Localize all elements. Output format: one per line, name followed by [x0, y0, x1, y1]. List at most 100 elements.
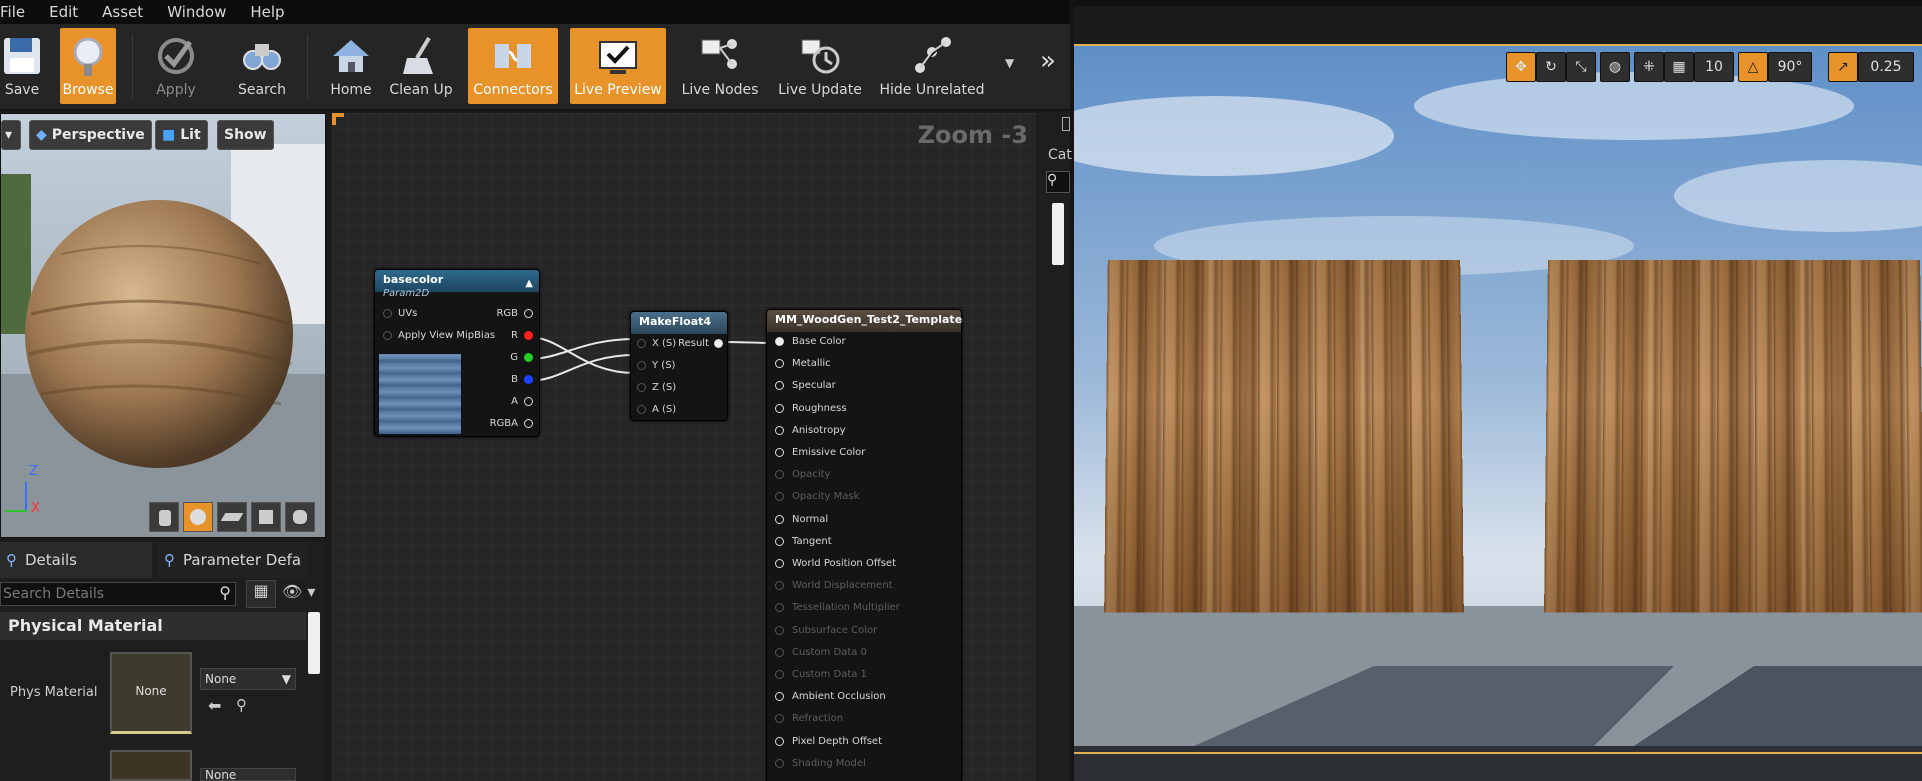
material-pin-roughness[interactable]: Roughness	[775, 403, 847, 414]
pin-x[interactable]: X (S)	[637, 338, 676, 349]
material-pin-world-position-offset[interactable]: World Position Offset	[775, 558, 896, 569]
physical-material-section-header[interactable]: Physical Material	[0, 612, 306, 640]
phys-material-thumbnail[interactable]: None	[110, 652, 192, 734]
material-pin-normal[interactable]: Normal	[775, 514, 828, 525]
cube-preview-button[interactable]	[251, 502, 281, 532]
menu-asset[interactable]: Asset	[102, 3, 143, 21]
perspective-button[interactable]: ◆ Perspective	[29, 120, 152, 150]
lit-button[interactable]: ■ Lit	[155, 120, 208, 150]
second-material-thumbnail[interactable]	[110, 750, 192, 781]
scale-snap-toggle[interactable]: ↗	[1828, 52, 1858, 82]
browse-asset-search-icon[interactable]: ⚲	[236, 696, 247, 714]
pin-b[interactable]: B	[511, 374, 533, 385]
pin-circle	[775, 647, 784, 657]
wood-panel-right[interactable]	[1544, 259, 1922, 613]
material-pin-shading-model[interactable]: Shading Model	[775, 758, 866, 769]
menu-edit[interactable]: Edit	[49, 3, 78, 21]
translate-tool-button[interactable]: ✥	[1506, 52, 1536, 82]
live-nodes-button[interactable]: Live Nodes	[676, 28, 764, 104]
cylinder-preview-button[interactable]	[149, 502, 179, 532]
material-pin-specular[interactable]: Specular	[775, 380, 836, 391]
material-pin-tessellation-multiplier[interactable]: Tessellation Multiplier	[775, 602, 900, 613]
property-matrix-button[interactable]: ▦	[246, 580, 276, 608]
menu-file[interactable]: File	[0, 3, 25, 21]
pin-y[interactable]: Y (S)	[637, 360, 675, 371]
material-pin-anisotropy[interactable]: Anisotropy	[775, 425, 845, 436]
pin-uvs[interactable]: UVs	[383, 308, 417, 319]
rotate-tool-button[interactable]: ↻	[1536, 52, 1566, 82]
clean-up-button[interactable]: Clean Up	[388, 28, 454, 104]
pin-z[interactable]: Z (S)	[637, 382, 676, 393]
pin-a[interactable]: A	[511, 396, 533, 407]
rotation-snap-value[interactable]: 90°	[1768, 52, 1812, 82]
pin-rgba[interactable]: RGBA	[490, 418, 533, 429]
material-pin-tangent[interactable]: Tangent	[775, 536, 832, 547]
connectors-button[interactable]: Connectors	[468, 28, 558, 104]
toolbar-overflow-icon[interactable]: »	[1040, 46, 1056, 76]
use-selected-arrow-icon[interactable]: ⬅	[208, 696, 221, 715]
details-scrollbar[interactable]	[308, 612, 320, 674]
search-button[interactable]: Search	[232, 28, 292, 104]
material-pin-pixel-depth-offset[interactable]: Pixel Depth Offset	[775, 736, 882, 747]
pin-result[interactable]: Result	[678, 338, 723, 349]
search-details-input[interactable]: Search Details ⚲	[0, 582, 236, 606]
palette-scrollbar[interactable]	[1052, 203, 1064, 265]
second-material-dropdown[interactable]: None	[200, 768, 296, 781]
phys-material-dropdown[interactable]: None ▼	[200, 668, 296, 690]
surface-snap-button[interactable]: ⁜	[1634, 52, 1664, 82]
viewport-menu-button[interactable]: ▾	[1, 120, 21, 150]
material-pin-refraction[interactable]: Refraction	[775, 713, 843, 724]
material-pin-custom-data-1[interactable]: Custom Data 1	[775, 669, 867, 680]
material-preview-viewport[interactable]: ▾ ◆ Perspective ■ Lit Show Z X	[0, 113, 326, 538]
grid-snap-toggle[interactable]: ▦	[1664, 52, 1694, 82]
palette-search-input[interactable]: ⚲	[1046, 171, 1070, 193]
material-result-node[interactable]: MM_WoodGen_Test2_Template Base Color Meta…	[766, 309, 962, 781]
collapse-arrow-icon[interactable]: ▲	[525, 278, 533, 289]
toolbar-dropdown-arrow-icon[interactable]: ▼	[1005, 56, 1014, 70]
palette-tab-icon[interactable]	[1062, 117, 1070, 131]
material-pin-world-displacement[interactable]: World Displacement	[775, 580, 893, 591]
pin-a-s[interactable]: A (S)	[637, 404, 676, 415]
material-pin-subsurface-color[interactable]: Subsurface Color	[775, 625, 877, 636]
scale-tool-button[interactable]: ⤡	[1566, 52, 1596, 82]
tab-parameter-defaults[interactable]: ⚲ Parameter Defa	[158, 542, 308, 578]
pin-g[interactable]: G	[510, 352, 533, 363]
material-pin-base-color[interactable]: Base Color	[775, 336, 846, 347]
material-pin-opacity-mask[interactable]: Opacity Mask	[775, 491, 859, 502]
menu-help[interactable]: Help	[250, 3, 284, 21]
makefloat4-header[interactable]: MakeFloat4	[631, 312, 727, 334]
scale-snap-value[interactable]: 0.25	[1858, 52, 1914, 82]
material-result-header[interactable]: MM_WoodGen_Test2_Template	[767, 310, 962, 332]
live-update-button[interactable]: Live Update	[774, 28, 866, 104]
pin-r[interactable]: R	[511, 330, 533, 341]
pin-rgb[interactable]: RGB	[496, 308, 533, 319]
grid-snap-value[interactable]: 10	[1694, 52, 1734, 82]
material-pin-opacity[interactable]: Opacity	[775, 469, 830, 480]
material-graph-canvas[interactable]: Zoom -3 basecolor Param2D ▲ UVs Apply Vi…	[332, 113, 1036, 781]
wood-panel-left[interactable]	[1104, 259, 1464, 613]
plane-preview-button[interactable]	[217, 502, 247, 532]
material-pin-ambient-occlusion[interactable]: Ambient Occlusion	[775, 691, 886, 702]
menu-window[interactable]: Window	[167, 3, 226, 21]
teapot-preview-button[interactable]	[285, 502, 315, 532]
param-node-header[interactable]: basecolor Param2D ▲	[375, 270, 539, 299]
material-pin-emissive-color[interactable]: Emissive Color	[775, 447, 865, 458]
show-button[interactable]: Show	[217, 120, 274, 150]
world-local-toggle[interactable]: ◍	[1600, 52, 1630, 82]
save-button[interactable]: Save	[0, 28, 44, 104]
live-preview-button[interactable]: Live Preview	[570, 28, 666, 104]
material-pin-metallic[interactable]: Metallic	[775, 358, 831, 369]
home-button[interactable]: Home	[326, 28, 376, 104]
scene-view[interactable]	[1074, 46, 1922, 781]
makefloat4-node[interactable]: MakeFloat4 X (S) Y (S) Z (S) A (S) Resul…	[630, 311, 728, 421]
param2d-node-basecolor[interactable]: basecolor Param2D ▲ UVs Apply View MipBi…	[374, 269, 540, 437]
sphere-preview-button[interactable]	[183, 502, 213, 532]
material-pin-custom-data-0[interactable]: Custom Data 0	[775, 647, 867, 658]
pin-apply-view-mipbias[interactable]: Apply View MipBias	[383, 330, 495, 341]
hide-unrelated-button[interactable]: Hide Unrelated	[876, 28, 988, 104]
view-options-button[interactable]: 👁︎ ▾	[282, 582, 315, 601]
browse-button[interactable]: Browse	[60, 28, 116, 104]
rotation-snap-toggle[interactable]: △	[1738, 52, 1768, 82]
tab-details[interactable]: ⚲ Details	[0, 542, 152, 578]
apply-button[interactable]: Apply	[148, 28, 204, 104]
